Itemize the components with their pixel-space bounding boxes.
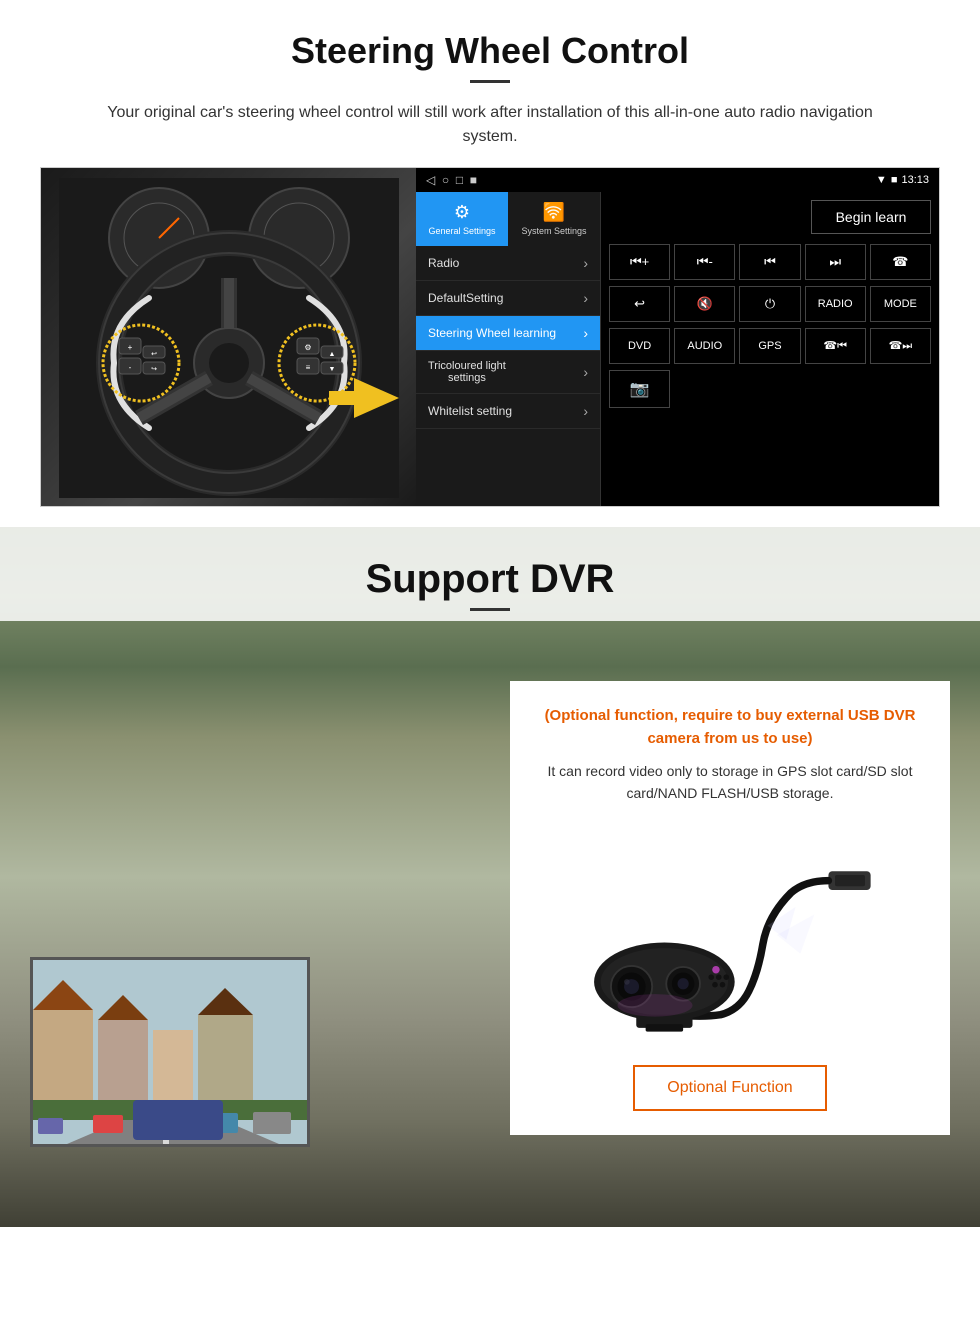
ctrl-phone-next[interactable]: ☎⏭ <box>870 328 931 364</box>
control-row-1: ⏮+ ⏮- ⏮ ⏭ ☎ <box>609 244 931 280</box>
dvr-divider <box>470 608 510 611</box>
dvr-title: Support DVR <box>0 557 980 602</box>
menu-item-defaultsetting[interactable]: DefaultSetting › <box>416 281 600 316</box>
ctrl-gps[interactable]: GPS <box>739 328 800 364</box>
svg-text:⚙: ⚙ <box>304 343 311 352</box>
default-arrow-icon: › <box>583 290 588 306</box>
ctrl-next[interactable]: ⏭ <box>805 244 866 280</box>
menu-item-radio-label: Radio <box>428 256 459 270</box>
whitelist-arrow-icon: › <box>583 403 588 419</box>
control-panel: Begin learn ⏮+ ⏮- ⏮ ⏭ ☎ ↩ 🔇 ⏻ <box>601 192 939 506</box>
dvr-description: It can record video only to storage in G… <box>534 760 926 805</box>
menu-item-steering-label: Steering Wheel learning <box>428 326 556 340</box>
menu-tabs: ⚙ General Settings 🛜 System Settings <box>416 192 600 246</box>
ctrl-phone[interactable]: ☎ <box>870 244 931 280</box>
wifi-icon: ▼ <box>876 174 887 186</box>
steering-photo: + - ↩ ↪ ⚙ ≡ ▲ ▼ <box>41 168 416 507</box>
dvr-title-area: Support DVR <box>0 527 980 621</box>
svg-text:↪: ↪ <box>151 366 157 373</box>
tab-general-label: General Settings <box>428 226 495 236</box>
dvr-small-screenshot <box>30 957 310 1147</box>
ctrl-mode[interactable]: MODE <box>870 286 931 322</box>
dvr-camera-svg <box>580 825 880 1045</box>
ctrl-dvd[interactable]: DVD <box>609 328 670 364</box>
ctrl-prev[interactable]: ⏮ <box>739 244 800 280</box>
svg-text:▼: ▼ <box>328 366 335 373</box>
steering-section: Steering Wheel Control Your original car… <box>0 0 980 507</box>
ctrl-radio[interactable]: RADIO <box>805 286 866 322</box>
menu-item-radio[interactable]: Radio › <box>416 246 600 281</box>
menu-item-whitelist[interactable]: Whitelist setting › <box>416 394 600 429</box>
menu-item-default-label: DefaultSetting <box>428 291 503 305</box>
dvr-section: Support DVR <box>0 527 980 1227</box>
dvr-optional-text: (Optional function, require to buy exter… <box>534 705 926 750</box>
ctrl-audio[interactable]: AUDIO <box>674 328 735 364</box>
steering-arrow-icon: › <box>583 325 588 341</box>
begin-learn-button[interactable]: Begin learn <box>811 200 931 234</box>
control-row-3: DVD AUDIO GPS ☎⏮ ☎⏭ <box>609 328 931 364</box>
battery-icon: ■ <box>891 174 898 186</box>
dvr-info-card: (Optional function, require to buy exter… <box>510 681 950 1135</box>
svg-text:-: - <box>128 363 131 372</box>
ctrl-vol-down[interactable]: ⏮- <box>674 244 735 280</box>
svg-text:▲: ▲ <box>328 351 335 358</box>
menu-panel: ⚙ General Settings 🛜 System Settings Rad… <box>416 192 601 506</box>
ctrl-phone-prev[interactable]: ☎⏮ <box>805 328 866 364</box>
menu-item-steering-wheel[interactable]: Steering Wheel learning › <box>416 316 600 351</box>
navbar-back-icon: ◁ ○ □ ■ <box>426 173 477 187</box>
system-tab-icon: 🛜 <box>543 202 565 223</box>
tab-system-settings[interactable]: 🛜 System Settings <box>508 192 600 246</box>
tab-system-label: System Settings <box>521 226 586 236</box>
menu-item-whitelist-label: Whitelist setting <box>428 404 512 418</box>
ctrl-camera[interactable]: 📷 <box>609 370 670 408</box>
optional-function-button[interactable]: Optional Function <box>633 1065 826 1111</box>
dvr-screenshot-svg <box>33 960 310 1147</box>
tab-general-settings[interactable]: ⚙ General Settings <box>416 192 508 246</box>
steering-title: Steering Wheel Control <box>40 30 940 72</box>
time-display: 13:13 <box>901 174 929 186</box>
menu-item-tricoloured-label: Tricoloured lightsettings <box>428 360 506 384</box>
control-row-2: ↩ 🔇 ⏻ RADIO MODE <box>609 286 931 322</box>
dvr-camera-image <box>534 825 926 1045</box>
control-row-4: 📷 <box>609 370 931 408</box>
ctrl-back[interactable]: ↩ <box>609 286 670 322</box>
steering-wheel-svg: + - ↩ ↪ ⚙ ≡ ▲ ▼ <box>59 178 399 498</box>
android-content: ⚙ General Settings 🛜 System Settings Rad… <box>416 192 939 506</box>
menu-item-tricoloured[interactable]: Tricoloured lightsettings › <box>416 351 600 394</box>
ctrl-power[interactable]: ⏻ <box>739 286 800 322</box>
radio-arrow-icon: › <box>583 255 588 271</box>
ctrl-vol-up[interactable]: ⏮+ <box>609 244 670 280</box>
ui-screenshot: + - ↩ ↪ ⚙ ≡ ▲ ▼ <box>40 167 940 507</box>
steering-description: Your original car's steering wheel contr… <box>80 101 900 149</box>
svg-text:+: + <box>127 343 132 352</box>
begin-learn-row: Begin learn <box>609 200 931 234</box>
svg-text:≡: ≡ <box>305 363 310 372</box>
android-ui: ◁ ○ □ ■ ▼ ■ 13:13 ⚙ General Settings <box>416 168 939 506</box>
steering-divider <box>470 80 510 83</box>
ctrl-mute[interactable]: 🔇 <box>674 286 735 322</box>
svg-text:↩: ↩ <box>151 351 157 358</box>
tricoloured-arrow-icon: › <box>583 364 588 380</box>
statusbar-icons: ▼ ■ 13:13 <box>876 174 929 186</box>
android-statusbar: ◁ ○ □ ■ ▼ ■ 13:13 <box>416 168 939 192</box>
gear-tab-icon: ⚙ <box>454 202 470 223</box>
